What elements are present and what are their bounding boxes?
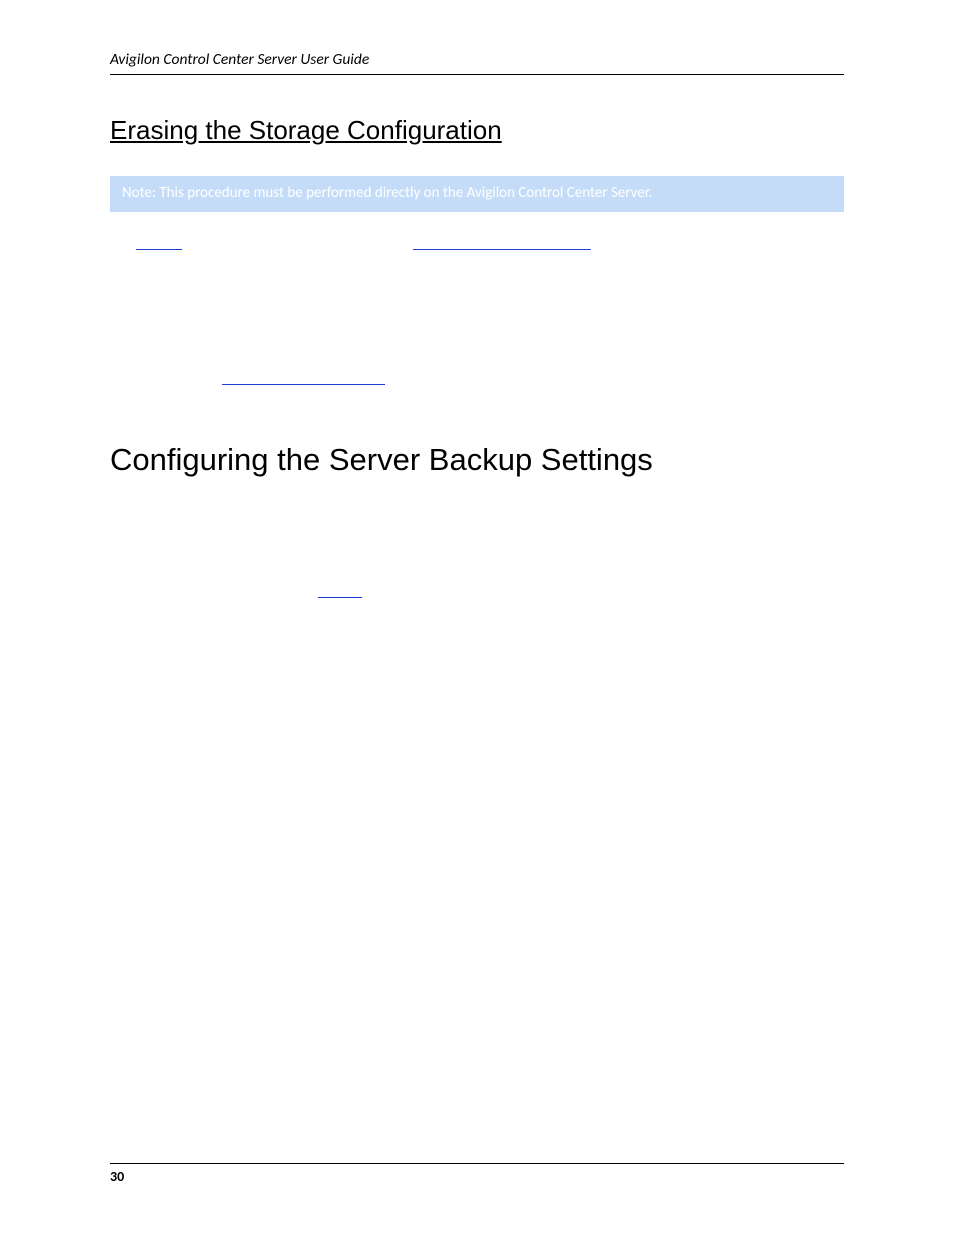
step-1: 1. In the Storage dialog box, click Erase… — [110, 289, 844, 311]
running-header: Avigilon Control Center Server User Guid… — [110, 50, 844, 75]
link-current-storage-configuration[interactable]: current storage configuration — [413, 231, 590, 250]
paragraph-storage-summary: The Storage dialog box displays a summar… — [110, 230, 844, 274]
text-fragment: To back up files, you must use the — [110, 579, 318, 597]
page-footer: 30 — [110, 1163, 844, 1185]
heading-erasing-storage: Erasing the Storage Configuration — [110, 115, 844, 146]
text-fragment: again. — [385, 366, 425, 384]
step-text: When the confirmation dialog box appears… — [142, 328, 462, 346]
step-number: 2. — [116, 327, 132, 349]
link-backup[interactable]: Backup — [318, 579, 362, 598]
step-number: 1. — [116, 289, 132, 311]
step-text: In the Storage dialog box, click Erase A… — [142, 290, 435, 308]
paragraph-admin-tool: In the Admin Tool, you must enable the b… — [110, 540, 844, 562]
page-number: 30 — [110, 1168, 124, 1185]
text-fragment: dialog box displays a summary of the — [182, 231, 413, 249]
text-fragment: You can now — [142, 366, 222, 384]
link-set-initial-configuration[interactable]: set the initial configuration — [222, 366, 385, 385]
text-fragment: The — [110, 231, 136, 249]
step-2: 2. When the confirmation dialog box appea… — [110, 327, 844, 349]
paragraph-backup-feature: To back up files, you must use the Backu… — [110, 578, 844, 622]
post-steps-text: You can now set the initial configuratio… — [110, 365, 844, 387]
paragraph-enable-backup: Enable the Backup settings to allow the … — [110, 502, 844, 524]
heading-configuring-backup: Configuring the Server Backup Settings — [110, 442, 844, 478]
link-storage[interactable]: Storage — [136, 231, 182, 250]
note-box: Note: This procedure must be performed d… — [110, 176, 844, 212]
page-container: Avigilon Control Center Server User Guid… — [0, 0, 954, 1235]
